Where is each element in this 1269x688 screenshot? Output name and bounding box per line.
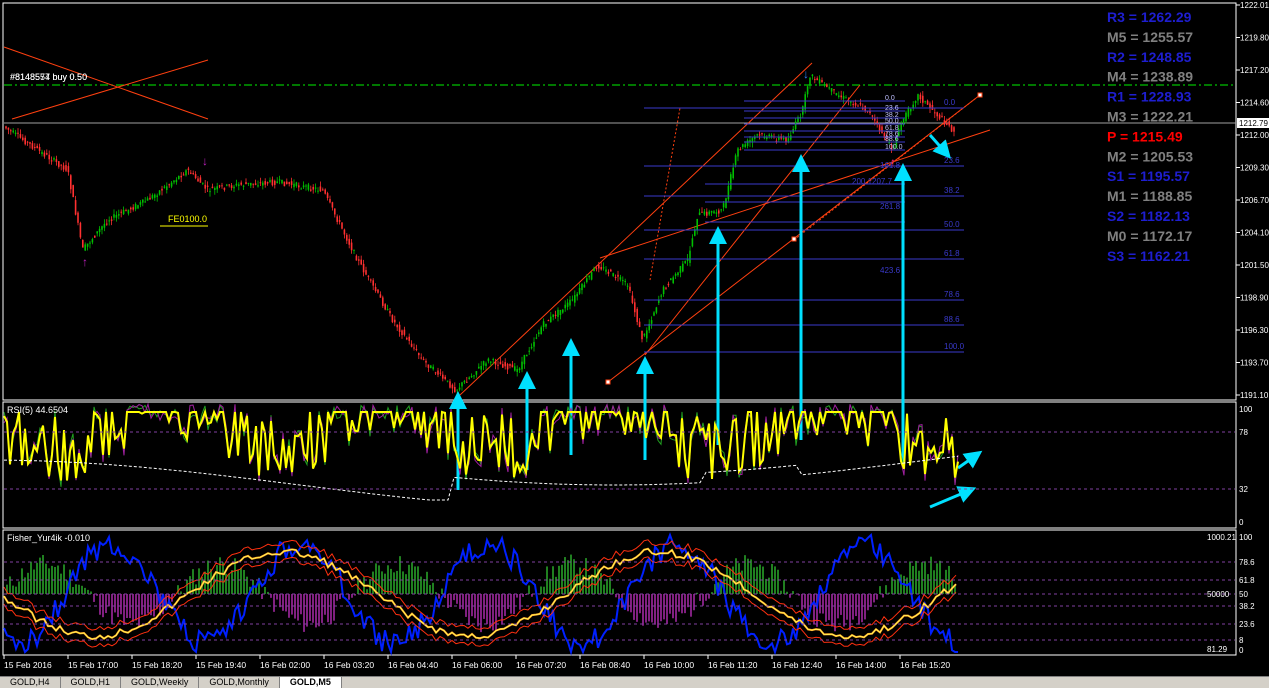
fisher-tick-label: 50 xyxy=(1239,590,1248,599)
time-tick-label: 16 Feb 04:40 xyxy=(388,660,438,670)
time-tick-label: 16 Feb 14:00 xyxy=(836,660,886,670)
candles xyxy=(5,74,955,395)
time-tick-label: 16 Feb 08:40 xyxy=(580,660,630,670)
price-tick-label: 1206.70 xyxy=(1240,196,1269,205)
rsi-axis: 100 78 32 0 xyxy=(4,405,1253,527)
price-tick-label: 1198.90 xyxy=(1240,294,1269,303)
rsi-title: RSI(5) 44.6504 xyxy=(7,405,68,415)
price-tick-label: 1217.20 xyxy=(1240,66,1269,75)
pivot-label: M5 = 1255.57 xyxy=(1107,29,1193,45)
fisher-tick-label: 0 xyxy=(1239,646,1244,655)
fib-level-label: 88.6 xyxy=(944,315,960,324)
fisher-tick-label: 78.6 xyxy=(1239,558,1255,567)
chart-tab[interactable]: GOLD,H4 xyxy=(0,677,61,688)
price-tick-label: 1201.50 xyxy=(1240,261,1269,270)
chart-tab[interactable]: GOLD,H1 xyxy=(61,677,122,688)
time-tick-label: 16 Feb 03:20 xyxy=(324,660,374,670)
fisher-tick-label: 23.6 xyxy=(1239,620,1255,629)
fib-expansion-label: FE0100.0 xyxy=(168,214,207,224)
rsi-tick-label: 32 xyxy=(1239,485,1248,494)
svg-text:↑: ↑ xyxy=(82,255,88,269)
fib-left-label: 23.6 xyxy=(885,105,899,112)
pivot-label: M1 = 1188.85 xyxy=(1107,188,1192,204)
pivot-label: P = 1215.49 xyxy=(1107,128,1183,144)
rsi-tick-label: 0 xyxy=(1239,518,1244,527)
fib-left-label: 88.6 xyxy=(885,136,899,143)
time-tick-label: 15 Feb 17:00 xyxy=(68,660,118,670)
time-tick-label: 16 Feb 15:20 xyxy=(900,660,950,670)
fib-level-label: 100.0 xyxy=(944,342,965,351)
fib-level-label: 0.0 xyxy=(944,98,956,107)
fisher-tick-label: 38.2 xyxy=(1239,602,1255,611)
pivot-label: M3 = 1222.21 xyxy=(1107,109,1193,125)
fib-level-label: 78.6 xyxy=(944,290,960,299)
price-tick-label: 1222.01 xyxy=(1240,1,1269,10)
chart-tab[interactable]: GOLD,Weekly xyxy=(121,677,199,688)
pivot-label: S2 = 1182.13 xyxy=(1107,208,1190,224)
time-tick-label: 16 Feb 02:00 xyxy=(260,660,310,670)
signal-arrows: ↓ ↑ ↓ ↑ xyxy=(82,67,975,507)
fisher-extra-label: 1000.21 xyxy=(1207,533,1236,542)
price-tick-label: 1196.30 xyxy=(1240,326,1269,335)
fisher-title: Fisher_Yur4ik -0.010 xyxy=(7,533,90,543)
chart-tab[interactable]: GOLD,M5 xyxy=(280,677,342,688)
pivot-label: S1 = 1195.57 xyxy=(1107,168,1190,184)
chart-tabs: GOLD,H4GOLD,H1GOLD,WeeklyGOLD,MonthlyGOL… xyxy=(0,676,1269,688)
svg-text:↓: ↓ xyxy=(803,67,809,81)
time-tick-label: 16 Feb 12:40 xyxy=(772,660,822,670)
fib-level-label: 23.6 xyxy=(944,156,960,165)
fib-left-label: 50.0 xyxy=(885,118,899,125)
price-axis: 1222.01 1219.80 1217.20 1214.60 1212.00 1209.… xyxy=(1236,1,1269,400)
time-tick-label: 16 Feb 10:00 xyxy=(644,660,694,670)
main-panel-frame xyxy=(3,3,1236,400)
time-tick-label: 15 Feb 18:20 xyxy=(132,660,182,670)
price-tick-label: 1191.10 xyxy=(1240,391,1269,400)
time-tick-label: 15 Feb 2016 xyxy=(4,660,52,670)
pivot-label: M2 = 1205.53 xyxy=(1107,148,1193,164)
pivot-label: R2 = 1248.85 xyxy=(1107,49,1192,65)
current-price-label: 1212.79 xyxy=(1239,119,1268,128)
fisher-tick-label: 8 xyxy=(1239,636,1244,645)
pivot-label: S3 = 1162.21 xyxy=(1107,248,1190,264)
price-tick-label: 1212.00 xyxy=(1240,131,1269,140)
fib-level-label: 50.0 xyxy=(944,220,960,229)
pivot-label: R3 = 1262.29 xyxy=(1107,9,1192,25)
fisher-extra-label: 81.29 xyxy=(1207,645,1228,654)
fib-ext-label: 423.6 xyxy=(880,266,901,275)
fisher-tick-label: 100 xyxy=(1239,533,1253,542)
time-tick-label: 15 Feb 19:40 xyxy=(196,660,246,670)
fib-level-label: 61.8 xyxy=(944,249,960,258)
fib-ext-label: 200 1207.7 xyxy=(852,177,893,186)
price-tick-label: 1193.70 xyxy=(1240,359,1269,368)
fibonacci-levels: 0.023.638.250.061.878.688.6100.00.023.63… xyxy=(644,95,965,352)
price-tick-label: 1219.80 xyxy=(1240,34,1269,43)
pivot-levels: R3 = 1262.29 M5 = 1255.57 R2 = 1248.85 M4 =… xyxy=(1107,9,1193,264)
price-tick-label: 1209.30 xyxy=(1240,164,1269,173)
time-tick-label: 16 Feb 11:20 xyxy=(708,660,758,670)
fib-left-label: 0.0 xyxy=(885,95,895,102)
svg-text:↓: ↓ xyxy=(202,154,208,168)
chart-canvas[interactable]: 0.023.638.250.061.878.688.6100.00.023.63… xyxy=(0,0,1269,676)
rsi-plot xyxy=(4,404,958,500)
fib-level-label: 38.2 xyxy=(944,186,960,195)
pivot-label: M4 = 1238.89 xyxy=(1107,69,1193,85)
chart-tab[interactable]: GOLD,Monthly xyxy=(199,677,280,688)
time-tick-label: 16 Feb 06:00 xyxy=(452,660,502,670)
rsi-tick-label: 100 xyxy=(1239,405,1253,414)
pivot-label: R1 = 1228.93 xyxy=(1107,89,1192,105)
trade-label: #8148574 buy 0.50 xyxy=(10,72,87,82)
price-tick-label: 1204.10 xyxy=(1240,229,1269,238)
time-tick-label: 16 Feb 07:20 xyxy=(516,660,566,670)
fisher-extra-label: 50000 xyxy=(1207,590,1230,599)
time-axis: 15 Feb 2016 15 Feb 17:00 15 Feb 18:20 15 Fe… xyxy=(4,655,950,670)
fisher-tick-label: 61.8 xyxy=(1239,576,1255,585)
fib-ext-label: 261.8 xyxy=(880,202,901,211)
fib-left-label: 100.0 xyxy=(885,144,903,151)
svg-text:↑: ↑ xyxy=(890,155,896,169)
rsi-tick-label: 78 xyxy=(1239,428,1248,437)
pivot-label: M0 = 1172.17 xyxy=(1107,228,1192,244)
chart-window[interactable]: 0.023.638.250.061.878.688.6100.00.023.63… xyxy=(0,0,1269,687)
price-tick-label: 1214.60 xyxy=(1240,99,1269,108)
